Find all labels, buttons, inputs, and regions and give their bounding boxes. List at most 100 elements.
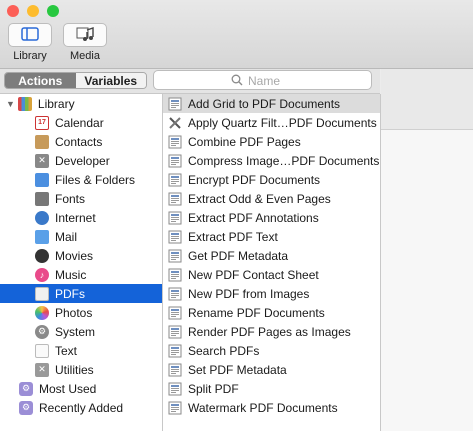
sidebar-item-label: Photos xyxy=(55,305,93,320)
developer-tools-icon: ✕ xyxy=(35,153,49,168)
action-list-item[interactable]: Extract Odd & Even Pages xyxy=(163,189,380,208)
automator-pdf-action-icon xyxy=(168,382,182,396)
action-list-item[interactable]: Encrypt PDF Documents xyxy=(163,170,380,189)
library-root-label: Library xyxy=(37,96,75,111)
sidebar-item-music[interactable]: ♪ Music xyxy=(0,265,162,284)
automator-pdf-action-icon xyxy=(168,135,182,149)
contacts-icon xyxy=(35,134,49,149)
action-label: Combine PDF Pages xyxy=(188,134,301,149)
action-list-item[interactable]: New PDF from Images xyxy=(163,284,380,303)
minimize-window-button[interactable] xyxy=(27,5,39,17)
sidebar-item-photos[interactable]: Photos xyxy=(0,303,162,322)
zoom-window-button[interactable] xyxy=(47,5,59,17)
sidebar-item-recently-added[interactable]: ⚙ Recently Added xyxy=(0,398,162,417)
movies-icon xyxy=(35,248,49,263)
sidebar-icon xyxy=(21,26,39,44)
action-list-item[interactable]: Extract PDF Annotations xyxy=(163,208,380,227)
quartz-filter-icon xyxy=(168,116,182,130)
action-list-item[interactable]: Set PDF Metadata xyxy=(163,360,380,379)
sidebar-item-label: Fonts xyxy=(55,191,86,206)
search-input[interactable] xyxy=(246,72,370,90)
workflow-header xyxy=(381,69,473,130)
sidebar-item-label: Utilities xyxy=(55,362,94,377)
search-field[interactable] xyxy=(153,70,372,90)
automator-pdf-action-icon xyxy=(168,249,182,263)
action-label: New PDF from Images xyxy=(188,286,310,301)
sidebar-item-label: Contacts xyxy=(55,134,103,149)
tab-variables[interactable]: Variables xyxy=(75,73,146,88)
automator-pdf-action-icon xyxy=(168,363,182,377)
utilities-icon: ✕ xyxy=(35,362,49,377)
action-list-item[interactable]: Combine PDF Pages xyxy=(163,132,380,151)
action-list-item[interactable]: Apply Quartz Filt…PDF Documents xyxy=(163,113,380,132)
action-list-item[interactable]: Get PDF Metadata xyxy=(163,246,380,265)
library-root-item[interactable]: ▼ Library xyxy=(0,94,162,113)
media-browser-button[interactable] xyxy=(63,23,107,47)
sidebar-item-most-used[interactable]: ⚙ Most Used xyxy=(0,379,162,398)
sidebar-item-developer[interactable]: ✕ Developer xyxy=(0,151,162,170)
automator-pdf-action-icon xyxy=(168,325,182,339)
action-label: Split PDF xyxy=(188,381,239,396)
sidebar-item-pdfs[interactable]: PDFs xyxy=(0,284,162,303)
close-window-button[interactable] xyxy=(7,5,19,17)
action-list-item[interactable]: Extract PDF Text xyxy=(163,227,380,246)
automator-pdf-action-icon xyxy=(168,306,182,320)
sidebar-item-label: PDFs xyxy=(55,286,85,301)
photos-icon xyxy=(35,305,49,320)
automator-pdf-action-icon xyxy=(168,192,182,206)
music-icon: ♪ xyxy=(35,267,49,282)
sidebar-item-label: Text xyxy=(55,343,78,358)
action-list-item[interactable]: Split PDF xyxy=(163,379,380,398)
media-button-label: Media xyxy=(70,50,100,62)
sidebar-item-mail[interactable]: Mail xyxy=(0,227,162,246)
sidebar-item-label: Internet xyxy=(55,210,96,225)
automator-pdf-action-icon xyxy=(168,287,182,301)
sidebar-item-label: Music xyxy=(55,267,87,282)
disclosure-triangle-icon[interactable]: ▼ xyxy=(6,99,15,109)
sidebar-item-files-folders[interactable]: Files & Folders xyxy=(0,170,162,189)
tab-actions[interactable]: Actions xyxy=(5,73,76,88)
action-list-item[interactable]: Search PDFs xyxy=(163,341,380,360)
sidebar-item-fonts[interactable]: Fonts xyxy=(0,189,162,208)
action-list-item[interactable]: New PDF Contact Sheet xyxy=(163,265,380,284)
action-label: Add Grid to PDF Documents xyxy=(188,96,341,111)
action-label: Compress Image…PDF Documents xyxy=(188,153,380,168)
sidebar-item-utilities[interactable]: ✕ Utilities xyxy=(0,360,162,379)
action-label: Encrypt PDF Documents xyxy=(188,172,321,187)
sidebar-item-text[interactable]: Text xyxy=(0,341,162,360)
pdf-icon xyxy=(35,286,49,301)
sidebar-item-movies[interactable]: Movies xyxy=(0,246,162,265)
sidebar-item-label: System xyxy=(55,324,96,339)
action-list-item[interactable]: Add Grid to PDF Documents xyxy=(163,94,380,113)
mail-icon xyxy=(35,229,49,244)
sidebar-item-calendar[interactable]: 17 Calendar xyxy=(0,113,162,132)
automator-pdf-action-icon xyxy=(168,401,182,415)
calendar-icon: 17 xyxy=(35,115,49,130)
action-list-item[interactable]: Compress Image…PDF Documents xyxy=(163,151,380,170)
text-icon xyxy=(35,343,49,358)
sidebar-item-contacts[interactable]: Contacts xyxy=(0,132,162,151)
library-toggle-button[interactable] xyxy=(8,23,52,47)
system-icon: ⚙ xyxy=(35,324,49,339)
media-icon xyxy=(76,26,94,45)
automator-pdf-action-icon xyxy=(168,344,182,358)
automator-pdf-action-icon xyxy=(168,154,182,168)
action-list-item[interactable]: Render PDF Pages as Images xyxy=(163,322,380,341)
sidebar-item-system[interactable]: ⚙ System xyxy=(0,322,162,341)
action-label: New PDF Contact Sheet xyxy=(188,267,319,282)
smart-folder-icon: ⚙ xyxy=(19,400,33,415)
sidebar-item-internet[interactable]: Internet xyxy=(0,208,162,227)
sidebar-item-label: Files & Folders xyxy=(55,172,136,187)
library-books-icon xyxy=(17,96,32,111)
actions-variables-segmented-control: Actions Variables xyxy=(4,72,147,89)
sidebar-item-label: Developer xyxy=(55,153,110,168)
library-button-label: Library xyxy=(13,50,47,62)
sidebar-item-label: Calendar xyxy=(55,115,104,130)
action-list-item[interactable]: Watermark PDF Documents xyxy=(163,398,380,417)
recently-added-label: Recently Added xyxy=(39,400,124,415)
action-label: Search PDFs xyxy=(188,343,260,358)
sidebar-item-label: Mail xyxy=(55,229,78,244)
sidebar-item-label: Movies xyxy=(55,248,94,263)
finder-icon xyxy=(35,172,49,187)
action-list-item[interactable]: Rename PDF Documents xyxy=(163,303,380,322)
